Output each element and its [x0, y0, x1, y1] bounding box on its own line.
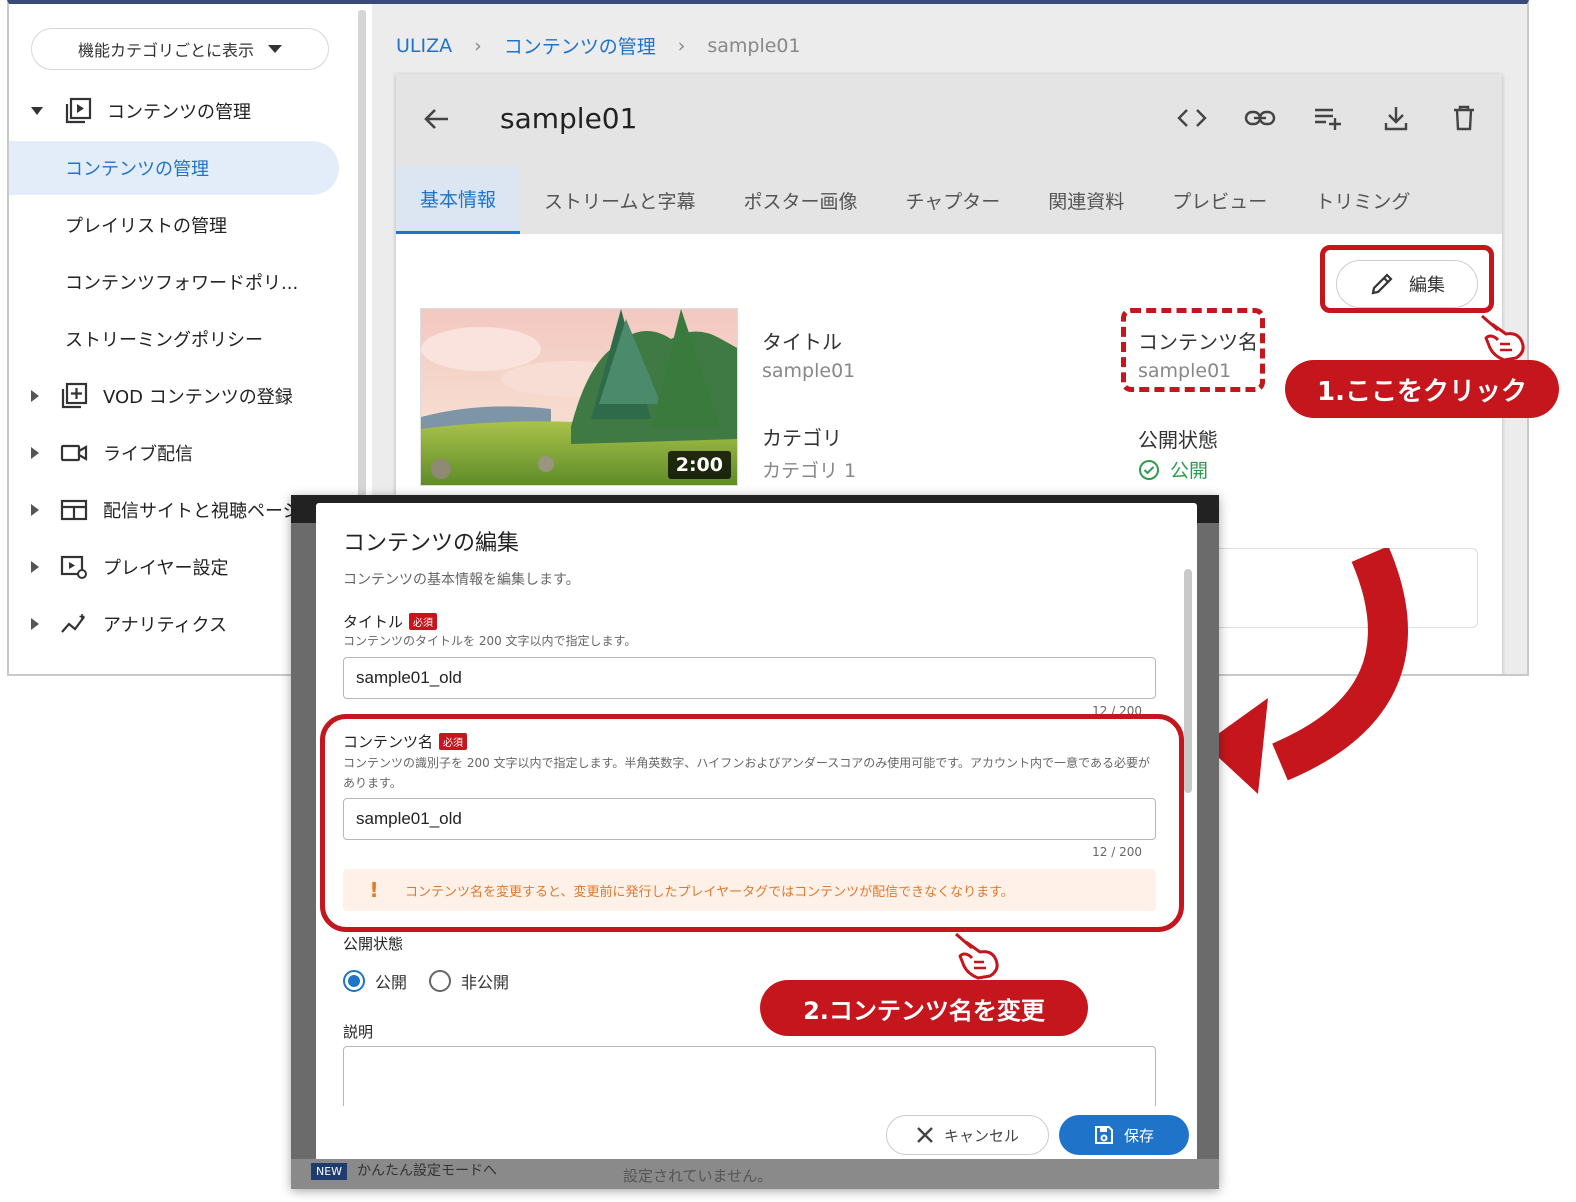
field-category-label: カテゴリ	[762, 426, 842, 450]
card-title: sample01	[500, 102, 638, 135]
cancel-button-label: キャンセル	[943, 1126, 1019, 1145]
download-icon[interactable]	[1380, 102, 1412, 134]
tab-streams[interactable]: ストリームと字幕	[520, 166, 719, 234]
sidebar-item-forward-policy[interactable]: コンテンツフォワードポリ...	[9, 255, 339, 309]
new-badge: NEW	[311, 1163, 348, 1180]
sidebar-group-live[interactable]: ライブ配信	[9, 426, 349, 480]
trash-icon[interactable]	[1448, 102, 1480, 134]
status-radio-group: 公開 非公開	[343, 969, 509, 993]
close-icon	[917, 1127, 933, 1143]
label-text: タイトル	[343, 613, 404, 631]
card-header: sample01 基本情報 ストリームと字幕 ポスター画像 チャプター 関連資料	[396, 74, 1502, 234]
video-camera-icon	[59, 439, 89, 467]
highlight-content-name-field	[320, 714, 1184, 932]
sidebar-group-label: プレイヤー設定	[103, 558, 229, 579]
sidebar-item-streaming-policy[interactable]: ストリーミングポリシー	[9, 312, 339, 366]
dialog-subtitle: コンテンツの基本情報を編集します。	[343, 572, 580, 588]
sidebar-item-label: コンテンツフォワードポリ...	[65, 273, 299, 294]
required-badge: 必須	[409, 613, 438, 630]
field-title-label: タイトル	[762, 330, 842, 354]
link-icon[interactable]	[1244, 102, 1276, 134]
sidebar-group-label: アナリティクス	[103, 615, 228, 636]
radio-private[interactable]	[429, 970, 452, 992]
sidebar-item-playlist[interactable]: プレイリストの管理	[9, 198, 339, 252]
tab-poster[interactable]: ポスター画像	[719, 166, 881, 234]
curved-arrow-icon	[1204, 548, 1408, 794]
floppy-disk-icon	[1094, 1126, 1113, 1144]
field-status-label: 公開状態	[1138, 428, 1218, 452]
sidebar-group-label: ライブ配信	[103, 444, 193, 465]
title-field-label: タイトル 必須	[343, 611, 438, 632]
step1-callout: 1.ここをクリック	[1285, 360, 1559, 418]
category-view-select-label: 機能カテゴリごとに表示	[77, 41, 254, 60]
chevron-right-icon: ›	[677, 34, 686, 57]
breadcrumb-content[interactable]: コンテンツの管理	[504, 32, 656, 59]
easy-mode-link[interactable]: かんたん設定モードへ	[357, 1160, 497, 1180]
save-button-label: 保存	[1123, 1126, 1154, 1145]
expand-icon	[31, 561, 39, 573]
pointing-hand-icon	[955, 932, 999, 980]
tab-trimming[interactable]: トリミング	[1291, 166, 1434, 234]
title-field-help: コンテンツのタイトルを 200 文字以内で指定します。	[343, 634, 637, 648]
sidebar-section-label: コンテンツの管理	[107, 102, 251, 123]
field-status-value: 公開	[1138, 456, 1208, 483]
description-textarea[interactable]	[343, 1046, 1156, 1106]
tab-preview[interactable]: プレビュー	[1148, 166, 1291, 234]
sidebar-group-label: 配信サイトと視聴ページ	[103, 501, 301, 522]
footer-note: 設定されていません。	[623, 1167, 773, 1185]
highlight-content-name	[1121, 308, 1265, 392]
cancel-button[interactable]: キャンセル	[886, 1115, 1049, 1155]
breadcrumb-uliza[interactable]: ULIZA	[396, 35, 452, 57]
sidebar-item-label: コンテンツの管理	[65, 159, 209, 180]
highlight-edit-button	[1320, 245, 1494, 313]
playlist-add-icon[interactable]	[1312, 102, 1344, 134]
dialog-title: コンテンツの編集	[343, 531, 520, 556]
card-toolbar	[1176, 102, 1480, 134]
tab-materials[interactable]: 関連資料	[1024, 166, 1148, 234]
expand-icon	[31, 107, 43, 115]
web-layout-icon	[59, 496, 89, 524]
dialog-scrollbar[interactable]	[1184, 569, 1192, 793]
radio-public[interactable]	[343, 970, 365, 992]
tab-basic-info[interactable]: 基本情報	[396, 166, 521, 234]
radio-public-label: 公開	[375, 973, 408, 992]
breadcrumb-current: sample01	[707, 34, 801, 57]
tab-chapters[interactable]: チャプター	[881, 166, 1024, 234]
category-view-select[interactable]: 機能カテゴリごとに表示	[31, 28, 329, 70]
player-settings-icon	[59, 553, 89, 581]
video-duration: 2:00	[667, 451, 731, 479]
check-circle-icon	[1139, 459, 1159, 480]
title-input[interactable]: sample01_old	[343, 657, 1156, 699]
status-field-label: 公開状態	[343, 935, 404, 953]
field-title-value: sample01	[762, 360, 856, 382]
status-text: 公開	[1170, 460, 1209, 482]
sidebar-group-vod[interactable]: VOD コンテンツの登録	[9, 369, 349, 423]
expand-icon	[31, 504, 39, 516]
analytics-sparkle-icon	[59, 610, 89, 638]
expand-icon	[31, 390, 39, 402]
video-library-icon	[63, 97, 93, 125]
breadcrumb: ULIZA › コンテンツの管理 › sample01	[396, 32, 801, 59]
video-thumbnail[interactable]: 2:00	[420, 308, 738, 486]
chevron-right-icon: ›	[474, 34, 482, 57]
save-button[interactable]: 保存	[1059, 1115, 1189, 1155]
code-icon[interactable]	[1176, 102, 1208, 134]
description-field-label: 説明	[343, 1023, 374, 1041]
tutorial-composite: 機能カテゴリごとに表示 コンテンツの管理 コンテンツの管理 プレイリストの管理 …	[0, 0, 1576, 1202]
step2-callout: 2.コンテンツ名を変更	[760, 980, 1088, 1036]
radio-private-label: 非公開	[461, 973, 510, 992]
field-category-value: カテゴリ 1	[762, 460, 857, 482]
sidebar-group-label: VOD コンテンツの登録	[103, 387, 293, 408]
chevron-down-icon	[268, 45, 282, 53]
expand-icon	[31, 618, 39, 630]
pointing-hand-icon	[1481, 314, 1525, 362]
back-arrow-icon[interactable]	[422, 104, 452, 134]
sidebar-item-label: プレイリストの管理	[65, 216, 227, 237]
sidebar-item-label: ストリーミングポリシー	[65, 330, 263, 351]
tab-bar: 基本情報 ストリームと字幕 ポスター画像 チャプター 関連資料 プレビュー トリ…	[396, 166, 1434, 234]
expand-icon	[31, 447, 39, 459]
add-library-icon	[59, 382, 89, 410]
sidebar-section-content[interactable]: コンテンツの管理	[9, 84, 349, 138]
sidebar-item-content-management[interactable]: コンテンツの管理	[9, 141, 339, 195]
